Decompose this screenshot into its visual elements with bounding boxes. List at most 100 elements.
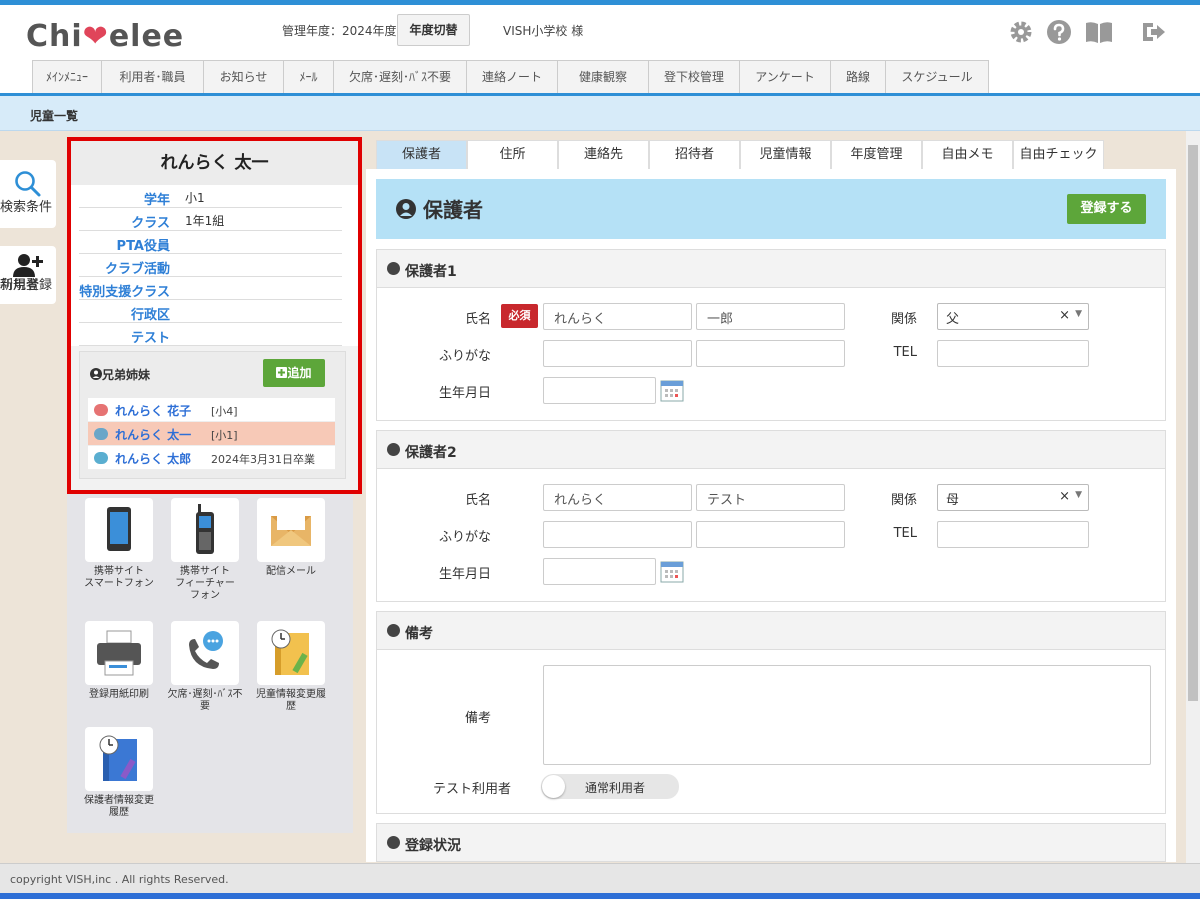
- chevron-down-icon: ▼: [1075, 490, 1082, 500]
- tab-address[interactable]: 住所: [467, 140, 558, 169]
- profile-row: PTA役員: [79, 231, 342, 254]
- calendar-icon[interactable]: [660, 559, 684, 583]
- guardian2-tel-input[interactable]: [937, 521, 1089, 548]
- nav-users-staff[interactable]: 利用者･職員: [102, 61, 204, 95]
- guardian1-tel-input[interactable]: [937, 340, 1089, 367]
- user-circle-icon: [387, 262, 400, 275]
- notebook-history-icon: [271, 629, 309, 675]
- nav-health-check[interactable]: 健康観察: [558, 61, 649, 95]
- tab-child-info[interactable]: 児童情報: [740, 140, 831, 169]
- form-header: 保護者 登録する: [376, 179, 1166, 239]
- copyright-text: copyright VISH,inc . All rights Reserved…: [10, 873, 229, 886]
- school-name: VISH小学校 様: [503, 24, 584, 38]
- register-button[interactable]: 登録する: [1067, 194, 1146, 224]
- user-circle-icon: [90, 368, 102, 380]
- nav-schedule[interactable]: スケジュール: [886, 61, 989, 95]
- sibling-row-current[interactable]: れんらく 太一 [小1]: [88, 422, 335, 446]
- guardian2-section: 保護者2 氏名 れんらく テスト 関係 母 × ▼ ふりがな TEL 生年月日: [376, 430, 1166, 602]
- search-icon: [15, 171, 41, 197]
- tile-guardian-info-history[interactable]: 保護者情報変更 履歴: [80, 727, 158, 819]
- nav-notices[interactable]: お知らせ: [204, 61, 284, 95]
- guardian1-birthdate-input[interactable]: [543, 377, 656, 404]
- profile-row: 特別支援クラス: [79, 277, 342, 300]
- guardian1-first-name-input[interactable]: 一郎: [696, 303, 845, 330]
- logout-icon[interactable]: [1140, 19, 1166, 45]
- sibling-row[interactable]: れんらく 花子 [小4]: [88, 398, 335, 422]
- nav-routes[interactable]: 路線: [831, 61, 886, 95]
- tile-child-info-history[interactable]: 児童情報変更履歴: [252, 621, 330, 713]
- scrollbar-thumb[interactable]: [1188, 145, 1198, 701]
- tab-guardian[interactable]: 保護者: [376, 140, 467, 169]
- guardian1-last-name-input[interactable]: れんらく: [543, 303, 692, 330]
- guardian2-first-name-input[interactable]: テスト: [696, 484, 845, 511]
- guardian2-first-kana-input[interactable]: [696, 521, 845, 548]
- detail-tabs: 保護者 住所 連絡先 招待者 児童情報 年度管理 自由メモ 自由チェック: [376, 140, 1104, 169]
- nav-attendance[interactable]: 登下校管理: [649, 61, 740, 95]
- tab-year-management[interactable]: 年度管理: [831, 140, 922, 169]
- add-user-icon: [13, 254, 43, 277]
- profile-row: クラブ活動: [79, 254, 342, 277]
- app-logo[interactable]: Chi❤elee: [26, 19, 184, 54]
- test-user-toggle[interactable]: 通常利用者: [541, 774, 679, 799]
- guardian2-last-name-input[interactable]: れんらく: [543, 484, 692, 511]
- manual-book-icon[interactable]: [1084, 19, 1114, 45]
- tile-mail[interactable]: 配信メール: [252, 498, 330, 578]
- breadcrumb: 児童一覧: [0, 96, 1200, 131]
- guardian2-birthdate-input[interactable]: [543, 558, 656, 585]
- nav-mail[interactable]: ﾒｰﾙ: [284, 61, 334, 95]
- search-conditions-tab[interactable]: 検索条件: [0, 160, 56, 228]
- main-nav: ﾒｲﾝﾒﾆｭｰ 利用者･職員 お知らせ ﾒｰﾙ 欠席･遅刻･ﾊﾞｽ不要 連絡ノー…: [32, 60, 989, 95]
- sibling-row[interactable]: れんらく 太郎 2024年3月31日卒業: [88, 446, 335, 470]
- nav-survey[interactable]: アンケート: [740, 61, 831, 95]
- nav-contact-note[interactable]: 連絡ノート: [467, 61, 558, 95]
- tab-invitees[interactable]: 招待者: [649, 140, 740, 169]
- new-user-register-tab[interactable]: 利用者 新規登録: [0, 246, 56, 304]
- profile-row: テスト: [79, 323, 342, 346]
- footer: copyright VISH,inc . All rights Reserved…: [0, 863, 1200, 893]
- user-circle-icon: [387, 624, 400, 637]
- breadcrumb-children-list[interactable]: 児童一覧: [30, 107, 78, 124]
- clear-icon[interactable]: ×: [1059, 489, 1070, 504]
- header: Chi❤elee 管理年度：2024年度 年度切替 VISH小学校 様 ﾒｲﾝﾒ…: [0, 5, 1200, 95]
- year-switch-button[interactable]: 年度切替: [397, 14, 470, 46]
- printer-icon: [97, 630, 141, 676]
- profile-row: クラス 1年1組: [79, 208, 342, 231]
- guardian2-relation-select[interactable]: 母 × ▼: [937, 484, 1089, 511]
- guardian1-relation-select[interactable]: 父 × ▼: [937, 303, 1089, 330]
- required-badge: 必須: [501, 304, 538, 328]
- page-scrollbar[interactable]: [1186, 131, 1200, 863]
- profile-row: 学年 小1: [79, 185, 342, 208]
- tab-contacts[interactable]: 連絡先: [558, 140, 649, 169]
- user-circle-icon: [387, 836, 400, 849]
- smartphone-icon: [107, 507, 131, 551]
- calendar-icon[interactable]: [660, 378, 684, 402]
- boy-face-icon: [94, 452, 108, 464]
- add-sibling-button[interactable]: 追加: [263, 359, 325, 387]
- chevron-down-icon: ▼: [1075, 309, 1082, 319]
- form-title: 保護者: [396, 194, 483, 223]
- guardian2-last-kana-input[interactable]: [543, 521, 692, 548]
- admin-year: 管理年度：2024年度: [282, 24, 397, 38]
- clear-icon[interactable]: ×: [1059, 308, 1070, 323]
- student-name: れんらく 太一: [71, 141, 358, 185]
- guardian-form: 保護者 登録する 保護者1 氏名 必須 れんらく 一郎 関係 父 × ▼ ふりがな …: [366, 169, 1176, 862]
- tile-print-registration[interactable]: 登録用紙印刷: [80, 621, 158, 701]
- remarks-textarea[interactable]: [543, 665, 1151, 765]
- gear-icon[interactable]: [1008, 19, 1034, 45]
- siblings-box: 兄弟姉妹 追加 れんらく 花子 [小4] れんらく 太一 [小1] れんらく 太…: [79, 351, 346, 479]
- tab-free-check[interactable]: 自由チェック: [1013, 140, 1104, 169]
- boy-face-icon: [94, 428, 108, 440]
- tile-feature-phone-site[interactable]: 携帯サイト フィーチャー フォン: [166, 498, 244, 602]
- guardian1-first-kana-input[interactable]: [696, 340, 845, 367]
- nav-absence[interactable]: 欠席･遅刻･ﾊﾞｽ不要: [334, 61, 467, 95]
- phone-call-icon: [189, 631, 223, 669]
- tile-smartphone-site[interactable]: 携帯サイト スマートフォン: [80, 498, 158, 590]
- nav-main-menu[interactable]: ﾒｲﾝﾒﾆｭｰ: [33, 61, 102, 95]
- guardian1-section: 保護者1 氏名 必須 れんらく 一郎 関係 父 × ▼ ふりがな TEL 生年月日: [376, 249, 1166, 421]
- bottom-accent-line: [0, 893, 1200, 899]
- registration-status-section: 登録状況: [376, 823, 1166, 862]
- help-icon[interactable]: [1046, 19, 1072, 45]
- guardian1-last-kana-input[interactable]: [543, 340, 692, 367]
- tile-absence-report[interactable]: 欠席･遅刻･ﾊﾞｽ不要: [166, 621, 244, 713]
- tab-free-memo[interactable]: 自由メモ: [922, 140, 1013, 169]
